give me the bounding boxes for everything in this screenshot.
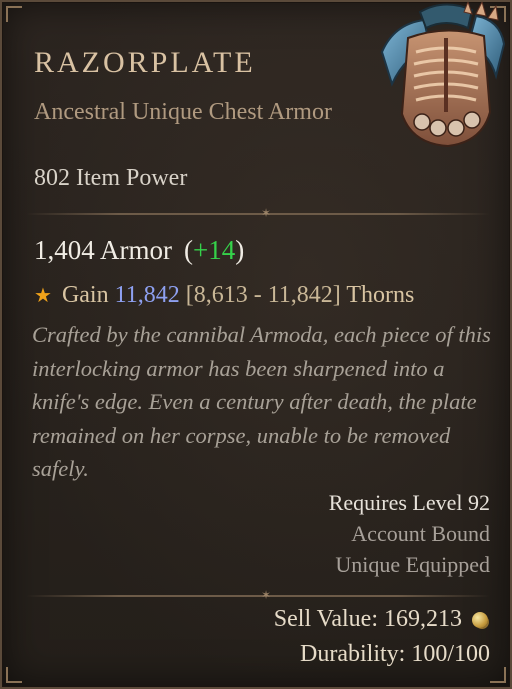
divider-ornament-icon: ✶: [260, 206, 272, 220]
affix-stat: Thorns: [346, 282, 415, 308]
armor-delta: +14: [193, 235, 236, 265]
star-icon: ★: [34, 285, 52, 307]
requires-level: Requires Level 92: [328, 490, 490, 515]
sell-value: Sell Value: 169,213: [274, 606, 488, 633]
item-power: 802 Item Power: [34, 165, 188, 191]
affix-line: ★ Gain 11,842 [8,613 - 11,842] Thorns: [34, 282, 414, 309]
affix-range: [8,613 - 11,842]: [185, 282, 341, 308]
gold-coin-icon: [472, 611, 488, 628]
frame-corner-bottom-right: [490, 667, 506, 683]
item-tooltip: RAZORPLATE Ancestral Unique Chest Armor …: [0, 0, 512, 689]
divider-bottom: ✶: [26, 589, 490, 601]
armor-value: 1,404 Armor: [34, 235, 172, 265]
divider-top: ✶: [26, 207, 490, 219]
divider-ornament-icon: ✶: [260, 588, 272, 602]
account-bound: Account Bound: [351, 521, 490, 546]
unique-equipped: Unique Equipped: [335, 552, 490, 577]
affix-value: 11,842: [114, 282, 180, 308]
armor-stat: 1,404 Armor (+14): [34, 235, 245, 265]
frame-corner-bottom-left: [6, 667, 22, 683]
flavor-text: Crafted by the cannibal Armoda, each pie…: [32, 322, 491, 481]
item-type: Ancestral Unique Chest Armor: [34, 99, 332, 125]
durability: Durability: 100/100: [300, 641, 490, 667]
affix-prefix: Gain: [61, 282, 109, 308]
item-name: RAZORPLATE: [34, 46, 256, 79]
frame-corner-top-left: [6, 6, 22, 22]
chest-armor-icon: [380, 2, 506, 148]
sell-value-text: Sell Value: 169,213: [273, 606, 462, 632]
